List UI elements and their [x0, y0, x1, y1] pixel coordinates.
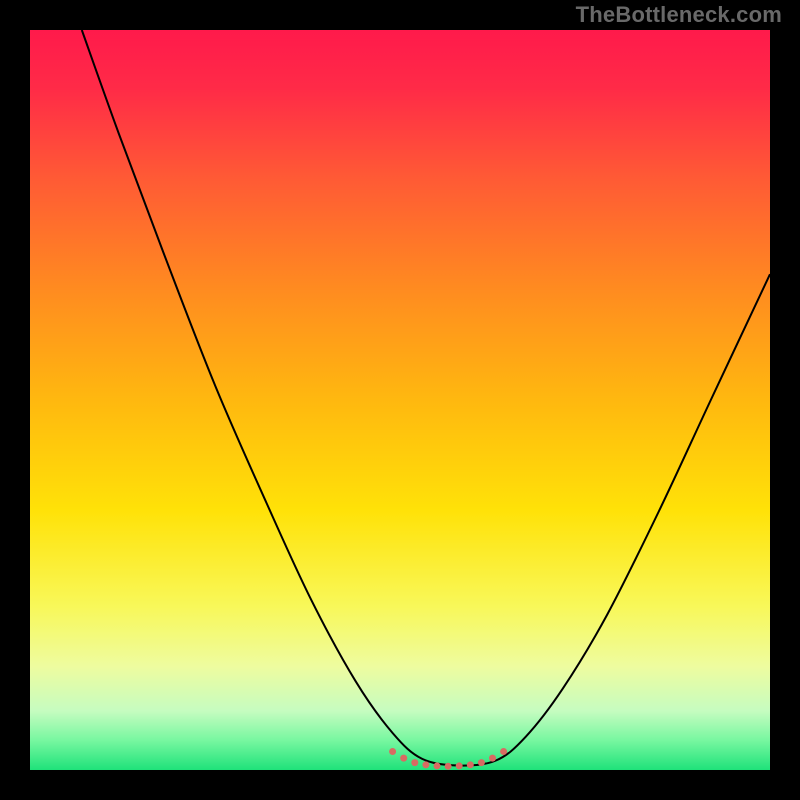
sweet-spot-dot [456, 762, 463, 769]
sweet-spot-dot [467, 761, 474, 768]
watermark-text: TheBottleneck.com [576, 2, 782, 28]
sweet-spot-dot [500, 748, 507, 755]
sweet-spot-dot [400, 755, 407, 762]
sweet-spot-dot [489, 755, 496, 762]
plot-background [30, 30, 770, 770]
sweet-spot-dot [445, 763, 452, 770]
sweet-spot-dot [411, 759, 418, 766]
bottleneck-chart [0, 0, 800, 800]
sweet-spot-dot [389, 748, 396, 755]
sweet-spot-dot [422, 761, 429, 768]
chart-frame: TheBottleneck.com [0, 0, 800, 800]
sweet-spot-dot [478, 759, 485, 766]
sweet-spot-dot [434, 762, 441, 769]
